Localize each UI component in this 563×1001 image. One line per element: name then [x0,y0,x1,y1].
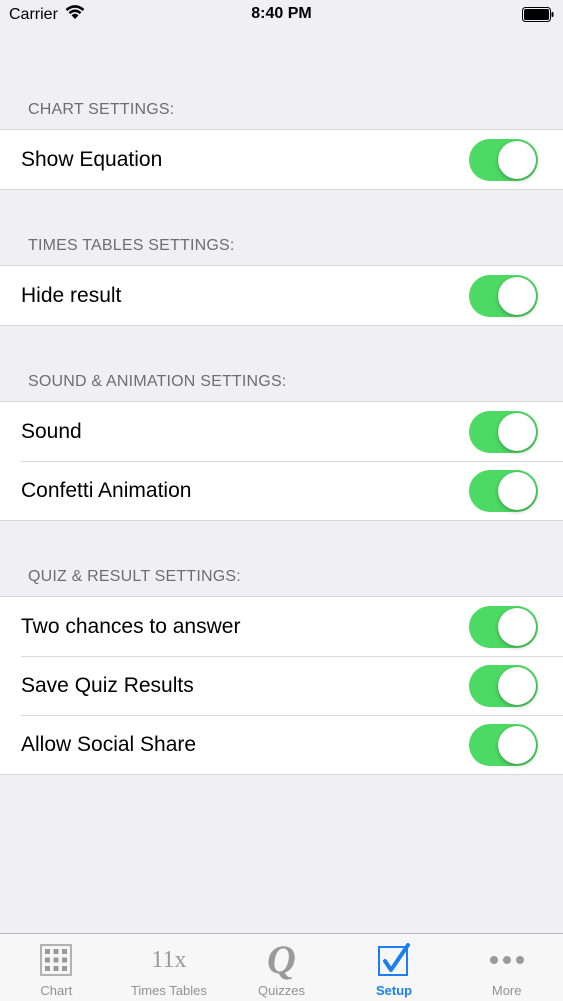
tab-label: More [491,983,522,998]
section-header-sound-animation: SOUND & ANIMATION SETTINGS: [28,373,287,390]
tab-label: Quizzes [258,983,305,998]
row-two-chances: Two chances to answer [0,597,563,656]
row-label: Sound [21,419,82,443]
tab-bar: Chart 11x Times Tables Q Quizzes Setup M… [0,933,563,1001]
settings-list: CHART SETTINGS: Show Equation TIMES TABL… [0,30,563,775]
section-header-chart: CHART SETTINGS: [28,101,175,118]
row-label: Show Equation [21,147,163,171]
tab-label: Times Tables [130,983,207,998]
status-time: 8:40 PM [251,5,312,22]
toggle-knob [498,276,536,315]
row-label: Hide result [21,283,122,307]
row-label: Save Quiz Results [21,673,194,697]
hide-result-toggle[interactable] [469,274,538,317]
group-sound-animation-settings: Sound Confetti Animation [0,401,563,521]
confetti-animation-toggle[interactable] [469,469,538,512]
row-show-equation: Show Equation [0,130,563,189]
sound-toggle[interactable] [469,410,538,453]
toggle-knob [498,140,536,179]
tab-label: Chart [40,983,73,998]
tab-times-tables[interactable]: 11x Times Tables [113,934,226,1001]
more-dots-icon [450,942,563,978]
grid-icon [0,942,113,978]
toggle-knob [498,607,536,646]
row-confetti-animation: Confetti Animation [0,461,563,520]
tab-label: Setup [376,983,413,998]
section-header-times-tables: TIMES TABLES SETTINGS: [28,237,235,254]
row-label: Allow Social Share [21,732,197,756]
toggle-knob [498,666,536,705]
toggle-knob [498,471,536,510]
row-label: Two chances to answer [21,614,241,638]
allow-social-share-toggle[interactable] [469,723,538,766]
row-label: Confetti Animation [21,478,192,502]
group-chart-settings: Show Equation [0,129,563,190]
quiz-icon-text: Q [267,937,296,982]
row-save-quiz-results: Save Quiz Results [0,656,563,715]
times-tables-icon-text: 11x [151,946,187,973]
row-allow-social-share: Allow Social Share [0,715,563,774]
group-quiz-result-settings: Two chances to answer Save Quiz Results … [0,596,563,775]
tab-setup[interactable]: Setup [338,934,451,1001]
times-tables-icon: 11x [113,942,226,978]
save-quiz-results-toggle[interactable] [469,664,538,707]
checkbox-icon [338,942,451,978]
tab-quizzes[interactable]: Q Quizzes [225,934,338,1001]
status-bar: Carrier 8:40 PM [0,0,563,30]
group-times-tables-settings: Hide result [0,265,563,326]
toggle-knob [498,725,536,764]
row-hide-result: Hide result [0,266,563,325]
quiz-icon: Q [225,937,338,982]
show-equation-toggle[interactable] [469,138,538,181]
tab-more[interactable]: More [450,934,563,1001]
section-header-quiz-result: QUIZ & RESULT SETTINGS: [28,568,241,585]
row-sound: Sound [0,402,563,461]
toggle-knob [498,412,536,451]
battery-icon [522,7,554,22]
two-chances-toggle[interactable] [469,605,538,648]
tab-chart[interactable]: Chart [0,934,113,1001]
